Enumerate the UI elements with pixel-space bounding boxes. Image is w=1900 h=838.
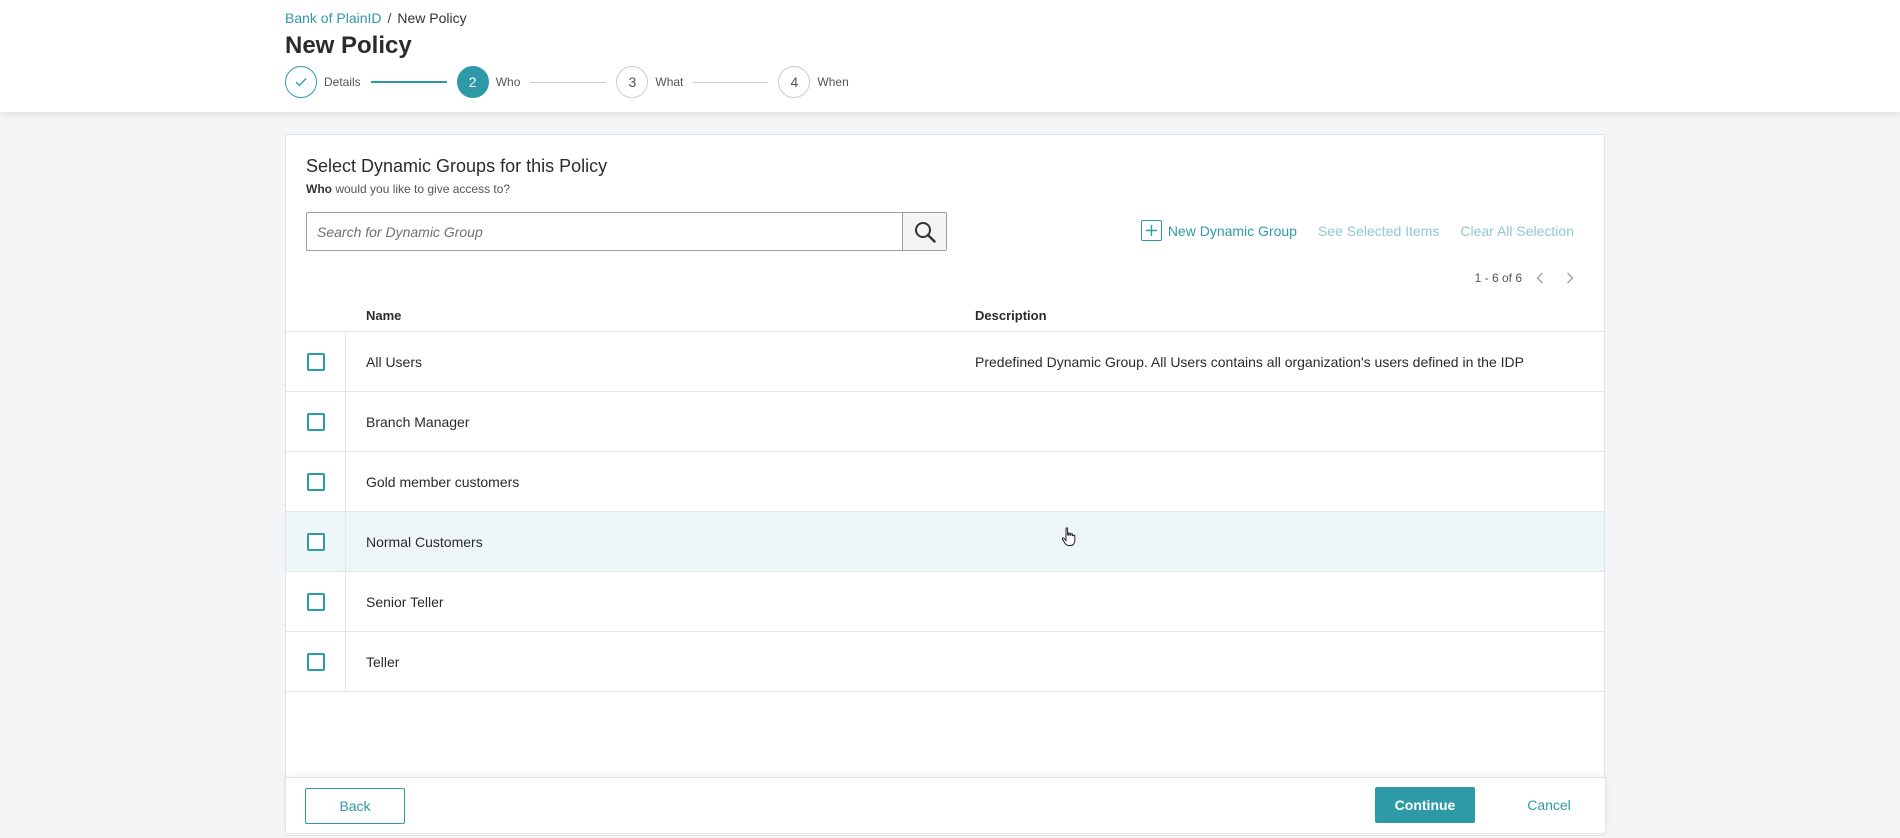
step-what-circle: 3: [616, 66, 649, 98]
next-page-button[interactable]: [1566, 272, 1574, 284]
step-connector-2: [530, 81, 607, 83]
panel-title: Select Dynamic Groups for this Policy: [306, 156, 608, 176]
row-checkbox[interactable]: [306, 652, 325, 671]
row-checkbox[interactable]: [306, 472, 325, 491]
step-who[interactable]: 2 Who: [456, 66, 521, 98]
see-selected-items-link[interactable]: See Selected Items: [1318, 223, 1439, 239]
step-what[interactable]: 3 What: [616, 66, 683, 98]
step-who-label: Who: [495, 75, 521, 89]
table-row[interactable]: Teller: [286, 632, 1604, 692]
new-dynamic-group-button[interactable]: New Dynamic Group: [1140, 220, 1297, 241]
page-title: New Policy: [285, 32, 412, 59]
step-who-circle: 2: [456, 66, 489, 98]
chevron-right-icon: [1567, 272, 1574, 284]
continue-button[interactable]: Continue: [1375, 787, 1475, 823]
footer-action-bar: Back Continue Cancel: [285, 777, 1606, 834]
panel-subtitle-text: would you like to give access to?: [332, 182, 511, 196]
step-what-label: What: [655, 75, 684, 89]
row-checkbox[interactable]: [306, 532, 325, 551]
panel-subtitle: Who would you like to give access to?: [306, 182, 510, 196]
row-name: Senior Teller: [366, 593, 444, 610]
policy-stepper: Details 2 Who 3 What 4 When: [285, 65, 849, 99]
hand-cursor-icon: [1061, 527, 1076, 546]
breadcrumb-root-link[interactable]: Bank of PlainID: [285, 10, 382, 26]
breadcrumb-current: New Policy: [397, 10, 467, 26]
pagination: 1 - 6 of 6: [1475, 271, 1574, 285]
dynamic-groups-panel: Select Dynamic Groups for this Policy Wh…: [285, 134, 1605, 836]
step-details-label: Details: [324, 75, 361, 89]
row-name: Teller: [366, 653, 400, 670]
back-button[interactable]: Back: [305, 788, 405, 824]
row-name: Gold member customers: [366, 473, 520, 490]
row-checkbox[interactable]: [306, 352, 325, 371]
column-header-name[interactable]: Name: [346, 308, 975, 323]
step-details[interactable]: Details: [285, 66, 361, 98]
chevron-left-icon: [1536, 272, 1543, 284]
step-connector-1: [370, 81, 447, 83]
step-when-circle: 4: [778, 66, 811, 98]
top-header: Bank of PlainID / New Policy New Policy …: [0, 0, 1900, 113]
table-row[interactable]: Normal Customers: [286, 512, 1604, 572]
row-checkbox[interactable]: [306, 592, 325, 611]
row-name: All Users: [366, 353, 423, 370]
table-row[interactable]: Branch Manager: [286, 392, 1604, 452]
search-input[interactable]: [307, 213, 902, 250]
checkmark-icon: [295, 78, 307, 87]
search-button[interactable]: [902, 213, 946, 250]
table-row[interactable]: Gold member customers: [286, 452, 1604, 512]
table-row[interactable]: Senior Teller: [286, 572, 1604, 632]
panel-actions: New Dynamic Group See Selected Items Cle…: [1140, 220, 1574, 241]
column-header-description[interactable]: Description: [975, 308, 1604, 323]
row-name: Branch Manager: [366, 413, 470, 430]
plus-icon: [1140, 220, 1162, 241]
breadcrumb: Bank of PlainID / New Policy: [285, 10, 467, 26]
search-box: [306, 212, 947, 251]
clear-all-selection-link[interactable]: Clear All Selection: [1460, 223, 1574, 239]
row-name: Normal Customers: [366, 533, 483, 550]
pagination-range: 1 - 6 of 6: [1474, 271, 1522, 285]
new-dynamic-group-label: New Dynamic Group: [1167, 222, 1297, 239]
search-icon: [914, 221, 936, 243]
panel-subtitle-bold: Who: [306, 182, 332, 196]
row-description: Predefined Dynamic Group. All Users cont…: [975, 353, 1524, 370]
step-when-label: When: [817, 75, 849, 89]
step-details-circle: [285, 66, 317, 98]
row-checkbox[interactable]: [306, 412, 325, 431]
prev-page-button[interactable]: [1536, 272, 1544, 284]
breadcrumb-separator: /: [387, 10, 392, 26]
step-when[interactable]: 4 When: [778, 66, 849, 98]
dynamic-groups-table: Name Description All Users Predefined Dy…: [286, 300, 1604, 692]
table-row[interactable]: All Users Predefined Dynamic Group. All …: [286, 332, 1604, 392]
table-header: Name Description: [286, 300, 1604, 332]
cancel-button[interactable]: Cancel: [1514, 787, 1584, 823]
step-connector-3: [693, 81, 769, 83]
